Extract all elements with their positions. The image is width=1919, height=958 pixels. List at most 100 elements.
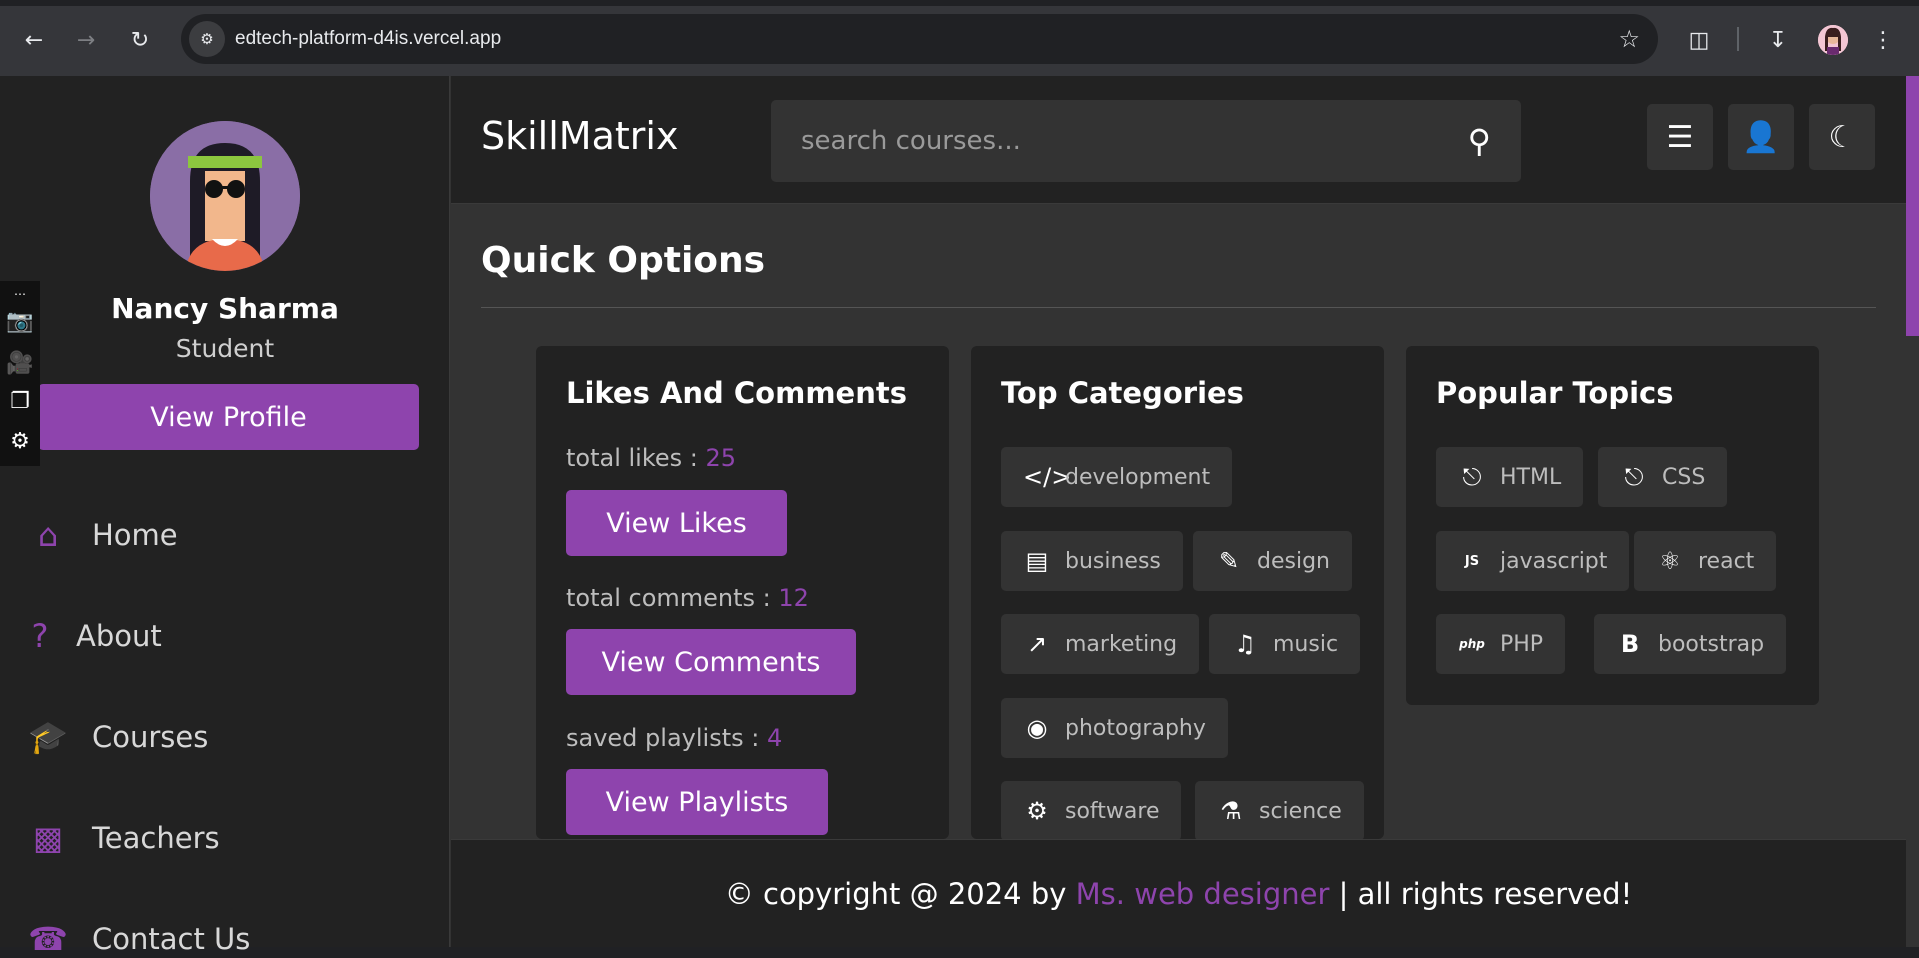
user-icon: 👤 (1742, 119, 1780, 155)
nav-label-contact: Contact Us (92, 922, 251, 956)
tag-label: business (1065, 548, 1161, 574)
headset-icon: ☎ (28, 920, 68, 958)
nav-label-courses: Courses (92, 720, 209, 754)
gear-icon: ⚙ (1026, 797, 1048, 825)
view-profile-button[interactable]: View Profile (38, 384, 419, 450)
saved-playlists-label: saved playlists : (566, 724, 767, 752)
site-footer: © copyright @ 2024 by Ms. web designer |… (451, 839, 1906, 947)
search-input[interactable] (801, 100, 1441, 182)
browser-profile-avatar[interactable] (1818, 25, 1848, 55)
settings-gear-icon[interactable]: ⚙ (4, 429, 36, 454)
graduation-cap-icon: 🎓 (28, 718, 68, 756)
tag-development[interactable]: </> development (1001, 447, 1233, 507)
chalkboard-teacher-icon: ▩ (32, 819, 64, 857)
total-likes-value: 25 (705, 444, 737, 472)
bookmark-star-icon[interactable]: ☆ (1618, 25, 1640, 53)
total-likes-stat: total likes : 25 (566, 444, 736, 472)
total-likes-label: total likes : (566, 444, 706, 472)
video-icon[interactable]: 🎥 (4, 351, 36, 376)
camera-icon[interactable]: 📷 (4, 309, 36, 334)
nav-label-about: About (76, 619, 162, 653)
view-likes-button[interactable]: View Likes (566, 490, 787, 556)
back-icon[interactable]: ← (16, 22, 52, 58)
tag-software[interactable]: ⚙ software (1001, 781, 1182, 841)
search-icon[interactable]: ⚲ (1468, 122, 1491, 160)
site-info-icon[interactable]: ⚙ (189, 21, 225, 57)
view-playlists-button[interactable]: View Playlists (566, 769, 828, 835)
tag-label: development (1065, 464, 1211, 490)
bars-icon: ☰ (1666, 119, 1694, 155)
tag-css[interactable]: ⎋ CSS (1598, 447, 1728, 507)
total-comments-stat: total comments : 12 (566, 584, 809, 612)
tag-label: marketing (1065, 631, 1178, 657)
moon-icon: ☾ (1828, 119, 1856, 155)
footer-copyright-prefix: © copyright @ 2024 by (724, 876, 1076, 911)
tag-bootstrap[interactable]: Bbootstrap (1594, 614, 1787, 674)
user-button[interactable]: 👤 (1728, 104, 1794, 170)
nav-item-contact[interactable]: ☎ Contact Us (28, 920, 250, 958)
windows-icon[interactable]: ❐ (4, 389, 36, 414)
nav-item-about[interactable]: ? About (28, 617, 162, 655)
main-content: Quick Options Likes And Comments total l… (451, 204, 1906, 841)
profile-avatar (150, 121, 300, 271)
tag-html[interactable]: ⎋ HTML (1436, 447, 1584, 507)
tag-javascript[interactable]: JS javascript (1436, 531, 1630, 591)
search-box: ⚲ (771, 100, 1521, 182)
vial-icon: ⚗ (1220, 797, 1242, 825)
tag-php[interactable]: php PHP (1436, 614, 1566, 674)
view-comments-button[interactable]: View Comments (566, 629, 856, 695)
tag-label: bootstrap (1658, 631, 1765, 657)
tag-label: software (1065, 798, 1160, 824)
tag-science[interactable]: ⚗ science (1195, 781, 1364, 841)
tag-music[interactable]: ♫ music (1209, 614, 1361, 674)
extensions-icon[interactable]: ◫ (1681, 22, 1717, 58)
music-icon: ♫ (1234, 630, 1256, 658)
site-header: SkillMatrix ⚲ ☰ 👤 ☾ (451, 76, 1919, 336)
reload-icon[interactable]: ↻ (122, 22, 158, 58)
download-icon[interactable]: ↧ (1760, 22, 1796, 58)
profile-role: Student (175, 334, 275, 363)
footer-brand-link[interactable]: Ms. web designer (1076, 877, 1330, 911)
home-icon: ⌂ (37, 516, 59, 554)
saved-playlists-stat: saved playlists : 4 (566, 724, 782, 752)
line-chart-icon: ↗ (1026, 630, 1048, 658)
js-icon: JS (1464, 553, 1480, 569)
likes-comments-card: Likes And Comments total likes : 25 View… (536, 346, 949, 839)
camera-icon: ◉ (1026, 714, 1048, 742)
page-title: Quick Options (481, 240, 766, 281)
tag-label: javascript (1500, 548, 1608, 574)
popular-topics-card: Popular Topics ⎋ HTML ⎋ CSS JS javascript ⚛… (1406, 346, 1819, 705)
nav-item-home[interactable]: ⌂ Home (28, 516, 178, 554)
tag-label: music (1273, 631, 1339, 657)
forward-icon[interactable]: → (68, 22, 104, 58)
nav-label-home: Home (92, 518, 178, 552)
web-page: Nancy Sharma Student View Profile ⋯ 📷 🎥 … (0, 76, 1919, 958)
nav-item-teachers[interactable]: ▩ Teachers (28, 819, 220, 857)
total-comments-label: total comments : (566, 584, 779, 612)
top-categories-card: Top Categories </> development ▤ business … (971, 346, 1384, 841)
categories-card-title: Top Categories (1001, 376, 1244, 410)
tag-business[interactable]: ▤ business (1001, 531, 1183, 591)
bootstrap-icon: B (1620, 630, 1640, 658)
tag-marketing[interactable]: ↗ marketing (1001, 614, 1200, 674)
tag-photography[interactable]: ◉ photography (1001, 698, 1228, 758)
url-text[interactable]: edtech-platform-d4is.vercel.app (235, 28, 501, 50)
heading-divider (481, 307, 1876, 308)
tag-label: design (1257, 548, 1330, 574)
tag-react[interactable]: ⚛ react (1634, 531, 1777, 591)
site-logo[interactable]: SkillMatrix (481, 114, 678, 158)
tag-label: HTML (1500, 464, 1562, 490)
theme-toggle-button[interactable]: ☾ (1809, 104, 1875, 170)
css3-icon: ⎋ (1624, 463, 1644, 491)
footer-copyright-suffix: | all rights reserved! (1329, 876, 1633, 911)
address-bar[interactable]: ⚙ edtech-platform-d4is.vercel.app ☆ (181, 14, 1658, 64)
more-options-icon[interactable]: ⋯ (4, 287, 36, 301)
menu-bars-button[interactable]: ☰ (1647, 104, 1713, 170)
tag-design[interactable]: ✎ design (1193, 531, 1352, 591)
browser-toolbar: ← → ↻ ⚙ edtech-platform-d4is.vercel.app … (0, 0, 1919, 76)
react-icon: ⚛ (1659, 547, 1681, 575)
nav-item-courses[interactable]: 🎓 Courses (28, 718, 208, 756)
browser-menu-icon[interactable]: ⋮ (1865, 22, 1901, 58)
tag-label: science (1259, 798, 1342, 824)
page-scrollbar[interactable] (1906, 76, 1919, 336)
